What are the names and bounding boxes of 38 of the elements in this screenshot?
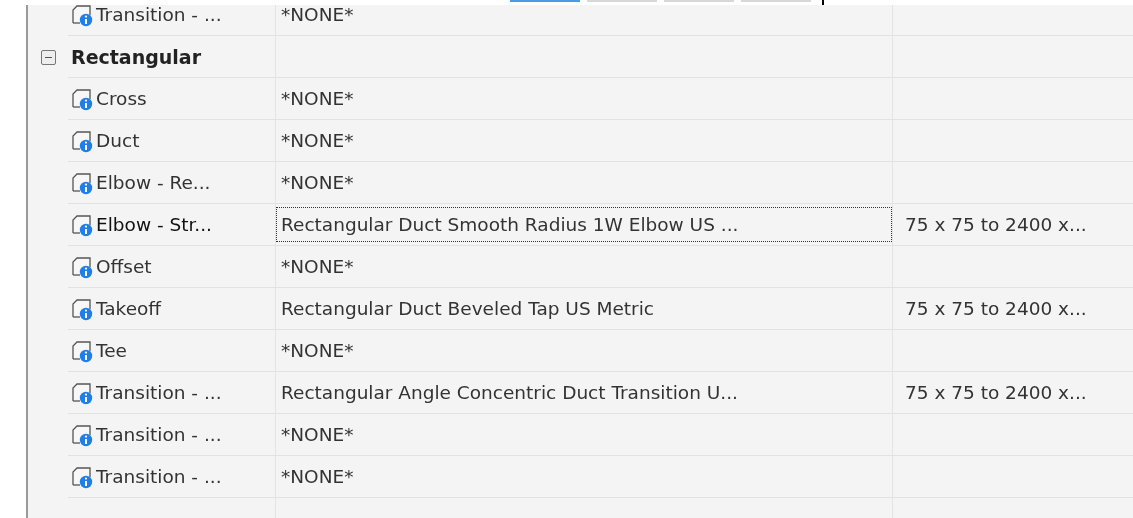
- value-cell[interactable]: Rectangular Angle Concentric Duct Transition U...: [276, 375, 743, 410]
- text-cursor-icon: [822, 0, 824, 5]
- family-info-icon: [71, 86, 95, 111]
- family-info-icon: [71, 212, 95, 237]
- value-cell[interactable]: *NONE*: [276, 249, 359, 284]
- family-info-icon: [71, 422, 95, 447]
- tree-item[interactable]: Offset: [71, 254, 152, 279]
- tree-item[interactable]: Transition - ...: [71, 464, 222, 489]
- value-cell[interactable]: *NONE*: [276, 333, 359, 368]
- tree-item[interactable]: Cross: [71, 86, 147, 111]
- group-label: Rectangular: [71, 45, 202, 68]
- tree-item[interactable]: Elbow - Str...: [71, 212, 212, 237]
- family-info-icon: [71, 464, 95, 489]
- value-cell[interactable]: *NONE*: [276, 459, 359, 494]
- family-info-icon: [71, 254, 95, 279]
- tree-item[interactable]: Transition - ...: [71, 5, 222, 27]
- tree-item[interactable]: Transition - ...: [71, 422, 222, 447]
- tree-item[interactable]: Duct: [71, 128, 140, 153]
- value-cell[interactable]: *NONE*: [276, 165, 359, 200]
- tree-item[interactable]: Takeoff: [71, 296, 162, 321]
- value-cell[interactable]: *NONE*: [276, 5, 359, 32]
- value-cell[interactable]: *NONE*: [276, 417, 359, 452]
- family-info-icon: [71, 170, 95, 195]
- value-cell[interactable]: *NONE*: [276, 81, 359, 116]
- size-cell: 75 x 75 to 2400 x...: [905, 382, 1087, 403]
- family-info-icon: [71, 380, 95, 405]
- value-cell[interactable]: Rectangular Duct Beveled Tap US Metric: [276, 291, 660, 326]
- value-cell[interactable]: Rectangular Duct Smooth Radius 1W Elbow US ...: [276, 207, 892, 242]
- tree-item[interactable]: Transition - ...: [71, 380, 222, 405]
- collapse-toggle[interactable]: [40, 49, 56, 65]
- tree-item[interactable]: Tee: [71, 338, 127, 363]
- value-cell[interactable]: *NONE*: [276, 123, 359, 158]
- size-cell: 75 x 75 to 2400 x...: [905, 298, 1087, 319]
- size-cell: 75 x 75 to 2400 x...: [905, 214, 1087, 235]
- tree-item[interactable]: Elbow - Re...: [71, 170, 211, 195]
- family-info-icon: [71, 296, 95, 321]
- family-info-icon: [71, 128, 95, 153]
- family-info-icon: [71, 338, 95, 363]
